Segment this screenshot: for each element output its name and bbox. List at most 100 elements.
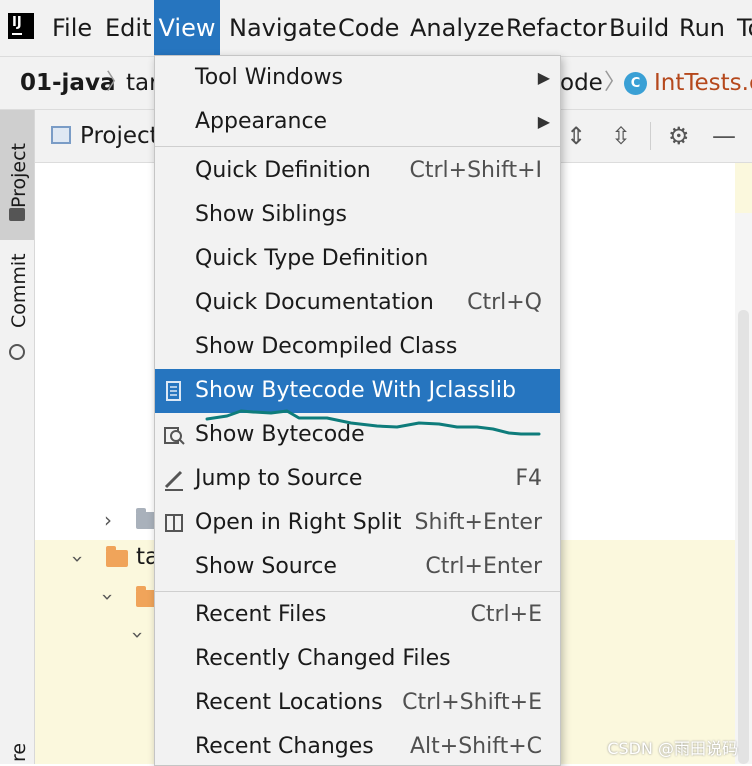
java-class-icon: C: [624, 72, 647, 95]
commit-tool-tab[interactable]: Commit: [0, 250, 34, 370]
menu-item-recent-changes[interactable]: Recent Changes Alt+Shift+C: [155, 725, 560, 765]
menu-item-quick-definition[interactable]: Quick Definition Ctrl+Shift+I: [155, 149, 560, 193]
menu-tools[interactable]: To: [737, 0, 752, 56]
menu-item-shortcut: Ctrl+Q: [467, 290, 542, 315]
menu-item-label: Jump to Source: [195, 466, 363, 491]
menu-item-label: Tool Windows: [195, 65, 343, 90]
breadcrumb-separator-icon: 〉: [106, 70, 129, 95]
menu-run-label: Run: [679, 14, 726, 42]
menu-item-jump-to-source[interactable]: Jump to Source F4: [155, 457, 560, 501]
collapse-all-icon[interactable]: ⇳: [611, 122, 631, 150]
menu-item-shortcut: Ctrl+Enter: [425, 554, 542, 579]
commit-tool-tab-label: Commit: [8, 253, 30, 328]
menu-item-label: Quick Type Definition: [195, 246, 429, 271]
commit-icon: [9, 344, 25, 360]
menu-item-shortcut: Ctrl+Shift+E: [402, 690, 542, 715]
chevron-down-icon[interactable]: ›: [126, 631, 150, 639]
app-logo-text: IJ: [12, 15, 22, 30]
menu-analyze-label: Analyze: [410, 14, 505, 42]
folder-icon: [9, 208, 25, 221]
gear-icon[interactable]: ⚙: [668, 122, 690, 150]
menu-tools-label: To: [737, 14, 752, 42]
menu-navigate-label: Navigate: [229, 14, 337, 42]
structure-tool-tab-label: re: [8, 742, 30, 762]
menu-view-label: View: [158, 14, 216, 42]
menu-view[interactable]: View: [154, 0, 220, 56]
menu-item-quick-documentation[interactable]: Quick Documentation Ctrl+Q: [155, 281, 560, 325]
menu-item-shortcut: Alt+Shift+C: [409, 734, 542, 759]
menu-edit[interactable]: Edit: [105, 0, 151, 56]
menu-item-label: Recently Changed Files: [195, 646, 451, 671]
menu-item-label: Open in Right Split: [195, 510, 402, 535]
hide-panel-icon[interactable]: —: [712, 122, 736, 150]
menu-item-label: Show Decompiled Class: [195, 334, 458, 359]
submenu-arrow-icon: ▶: [537, 112, 550, 131]
menu-item-appearance[interactable]: Appearance ▶: [155, 100, 560, 144]
jclasslib-icon: [166, 381, 181, 401]
main-menu-bar: IJ File Edit View Navigate Code Analyze …: [0, 0, 752, 57]
project-tool-tab-label: Project: [8, 142, 30, 208]
menu-item-show-decompiled-class[interactable]: Show Decompiled Class: [155, 325, 560, 369]
structure-tool-tab[interactable]: re: [0, 710, 34, 764]
menu-item-shortcut: Ctrl+Shift+I: [409, 158, 542, 183]
menu-item-quick-type-definition[interactable]: Quick Type Definition: [155, 237, 560, 281]
menu-item-label: Quick Definition: [195, 158, 371, 183]
menu-separator: [155, 146, 560, 147]
watermark-text: CSDN @雨田说码: [607, 739, 738, 758]
menu-item-shortcut: Shift+Enter: [414, 510, 543, 535]
menu-build[interactable]: Build: [609, 0, 669, 56]
expand-all-icon[interactable]: ⇕: [566, 122, 586, 150]
menu-item-shortcut: Ctrl+E: [470, 602, 542, 627]
chevron-right-icon[interactable]: ›: [104, 508, 112, 532]
menu-item-label: Quick Documentation: [195, 290, 434, 315]
menu-item-open-right-split[interactable]: Open in Right Split Shift+Enter: [155, 501, 560, 545]
menu-item-recently-changed-files[interactable]: Recently Changed Files: [155, 637, 560, 681]
menu-item-show-bytecode[interactable]: Show Bytecode: [155, 413, 560, 457]
view-menu-dropdown: Tool Windows ▶ Appearance ▶ Quick Defini…: [154, 55, 561, 766]
menu-code-label: Code: [338, 14, 400, 42]
menu-separator: [155, 591, 560, 592]
breadcrumb-file[interactable]: IntTests.cl: [654, 57, 752, 109]
chevron-down-icon[interactable]: ›: [96, 593, 120, 601]
menu-item-label: Recent Changes: [195, 734, 374, 759]
split-view-icon: [165, 514, 183, 532]
menu-item-recent-locations[interactable]: Recent Locations Ctrl+Shift+E: [155, 681, 560, 725]
menu-file-label: File: [52, 14, 93, 42]
menu-item-label: Appearance: [195, 109, 328, 134]
intellij-logo-icon: IJ: [8, 13, 34, 39]
menu-analyze[interactable]: Analyze: [410, 0, 505, 56]
breadcrumb-bytecode[interactable]: ode: [560, 57, 603, 109]
menu-build-label: Build: [609, 14, 670, 42]
editor-edge: [735, 163, 752, 213]
project-tool-tab[interactable]: Project: [0, 110, 34, 240]
menu-item-tool-windows[interactable]: Tool Windows ▶: [155, 56, 560, 100]
menu-refactor[interactable]: Refactor: [506, 0, 607, 56]
breadcrumb-project[interactable]: 01-java: [20, 57, 115, 109]
project-panel-title[interactable]: Project: [80, 110, 159, 162]
menu-item-show-source[interactable]: Show Source Ctrl+Enter: [155, 545, 560, 589]
menu-item-label: Recent Files: [195, 602, 327, 627]
menu-item-show-bytecode-jclasslib[interactable]: Show Bytecode With Jclasslib: [155, 369, 560, 413]
folder-icon: [106, 546, 128, 567]
breadcrumb-separator-icon: 〉: [604, 70, 627, 95]
submenu-arrow-icon: ▶: [537, 68, 550, 87]
bytecode-viewer-icon: [164, 427, 185, 445]
menu-file[interactable]: File: [52, 0, 92, 56]
pencil-icon: [164, 470, 183, 491]
menu-refactor-label: Refactor: [506, 14, 607, 42]
menu-item-label: Show Bytecode: [195, 422, 365, 447]
menu-code[interactable]: Code: [338, 0, 399, 56]
menu-item-recent-files[interactable]: Recent Files Ctrl+E: [155, 593, 560, 637]
project-icon: [51, 126, 71, 144]
menu-item-label: Show Bytecode With Jclasslib: [195, 378, 516, 403]
menu-edit-label: Edit: [105, 14, 152, 42]
scrollbar-thumb[interactable]: [738, 310, 749, 764]
menu-run[interactable]: Run: [679, 0, 725, 56]
chevron-down-icon[interactable]: ›: [66, 555, 90, 563]
menu-item-shortcut: F4: [515, 466, 542, 491]
menu-item-show-siblings[interactable]: Show Siblings: [155, 193, 560, 237]
menu-navigate[interactable]: Navigate: [229, 0, 337, 56]
toolbar-divider: [650, 122, 651, 150]
menu-item-label: Show Siblings: [195, 202, 347, 227]
left-tool-strip: Project Commit re: [0, 110, 35, 764]
